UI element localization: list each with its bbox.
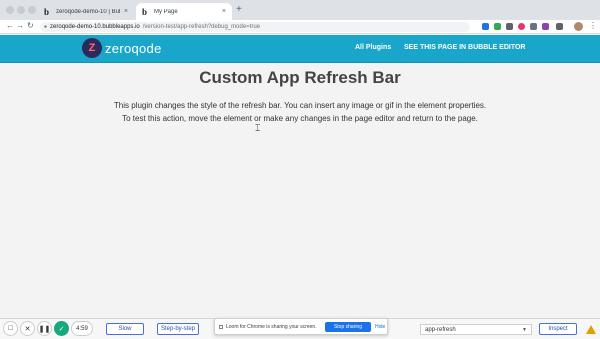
share-notice-text: Loom for Chrome is sharing your screen. [226, 324, 317, 330]
url-host: zeroqode-demo-10.bubbleapps.io [50, 24, 140, 30]
back-icon[interactable]: ← [6, 21, 14, 30]
pause-icon[interactable]: ❚❚ [37, 321, 52, 336]
warning-icon[interactable] [586, 325, 596, 334]
extension-icon[interactable] [518, 23, 525, 30]
stop-sharing-button[interactable]: Stop sharing [325, 322, 371, 332]
text-cursor-icon: ⌶ [255, 123, 261, 133]
brand-logo[interactable]: Z zeroqode [82, 38, 162, 58]
description-line-1: This plugin changes the style of the ref… [113, 101, 487, 110]
brand-name: zeroqode [105, 40, 162, 56]
cancel-recording-icon[interactable]: ✕ [20, 321, 35, 336]
window-close-dot[interactable] [6, 6, 14, 14]
chevron-down-icon: ▼ [522, 326, 527, 333]
tab-close-icon[interactable]: × [124, 8, 128, 15]
extension-icon[interactable] [482, 23, 489, 30]
page-description: This plugin changes the style of the ref… [112, 100, 488, 125]
element-select[interactable]: app-refresh ▼ [420, 324, 532, 335]
bubble-favicon-icon: b [142, 6, 148, 17]
tab-close-icon[interactable]: × [222, 8, 226, 15]
screen-share-icon [219, 325, 223, 329]
extension-icon[interactable] [542, 23, 549, 30]
browser-tab-strip: b zeroqode-demo-10 | Bubble E × b My Pag… [0, 0, 600, 20]
browser-toolbar: ← → ↻ ● zeroqode-demo-10.bubbleapps.io/v… [0, 20, 600, 34]
puzzle-extensions-icon[interactable] [556, 23, 563, 30]
forward-icon[interactable]: → [16, 21, 24, 30]
url-path: /version-test/app-refresh?debug_mode=tru… [142, 24, 261, 30]
lock-icon: ● [44, 24, 48, 30]
browser-menu-icon[interactable]: ⋮ [589, 21, 597, 30]
extension-icon[interactable] [506, 23, 513, 30]
bubble-favicon-icon: b [44, 6, 50, 17]
browser-tab-my-page[interactable]: b My Page × [136, 3, 232, 20]
window-minimize-dot[interactable] [17, 6, 25, 14]
profile-avatar[interactable] [574, 22, 583, 31]
slow-button[interactable]: Slow [106, 323, 144, 335]
app-header: Z zeroqode All Plugins SEE THIS PAGE IN … [0, 35, 600, 63]
finish-recording-icon[interactable]: ✓ [54, 321, 69, 336]
browser-tab-editor[interactable]: b zeroqode-demo-10 | Bubble E × [38, 3, 134, 20]
camera-icon[interactable]: □ [3, 321, 18, 336]
reload-icon[interactable]: ↻ [27, 21, 34, 30]
screen-share-notice: Loom for Chrome is sharing your screen. … [214, 318, 388, 335]
see-in-editor-link[interactable]: SEE THIS PAGE IN BUBBLE EDITOR [404, 44, 525, 51]
loom-controls: □ ✕ ❚❚ ✓ 4:59 [3, 319, 93, 338]
tab-title: zeroqode-demo-10 | Bubble E [56, 8, 120, 15]
page-title: Custom App Refresh Bar [199, 68, 401, 87]
all-plugins-link[interactable]: All Plugins [355, 44, 391, 51]
window-zoom-dot[interactable] [28, 6, 36, 14]
inspect-button[interactable]: Inspect [539, 323, 577, 335]
extension-icon[interactable] [530, 23, 537, 30]
tab-title: My Page [154, 8, 178, 15]
recording-timer: 4:59 [71, 321, 93, 336]
new-tab-button[interactable]: + [236, 4, 242, 15]
zeroqode-logo-icon: Z [82, 38, 102, 58]
description-line-2: To test this action, move the element or… [122, 113, 478, 123]
step-by-step-button[interactable]: Step-by-step [157, 323, 199, 335]
address-bar[interactable]: ● zeroqode-demo-10.bubbleapps.io/version… [40, 22, 470, 32]
element-select-value: app-refresh [425, 326, 456, 333]
extension-icon[interactable] [494, 23, 501, 30]
hide-notice-button[interactable]: Hide [375, 324, 385, 330]
